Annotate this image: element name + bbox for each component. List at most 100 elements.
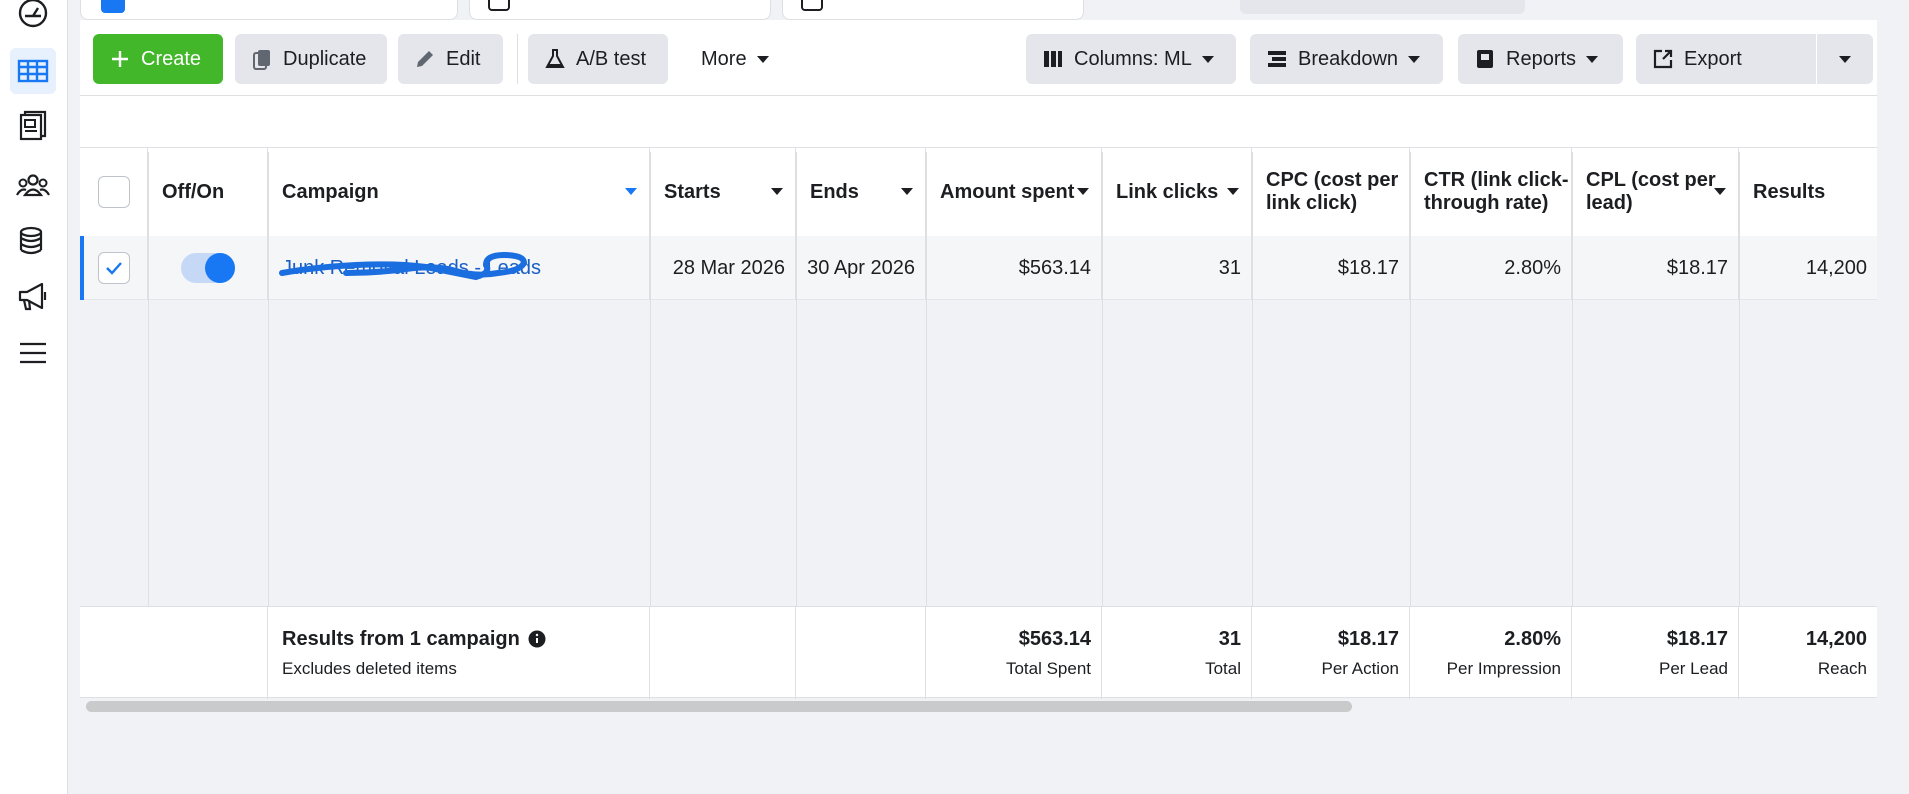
row-cpl-cell: $18.17 [1572,236,1739,300]
col-starts[interactable]: Starts [650,148,796,236]
chevron-down-icon[interactable] [771,188,783,195]
campaigns-table-icon[interactable] [10,48,56,94]
footer-subtitle: Excludes deleted items [282,658,457,678]
export-options-button[interactable] [1817,34,1873,84]
row-amount-spent: $563.14 [1018,256,1091,279]
column-divider [148,152,149,606]
more-button[interactable]: More [685,34,795,84]
footer-summary-cell: Results from 1 campaign Excludes deleted… [268,607,650,699]
row-starts-cell: 28 Mar 2026 [650,236,796,300]
column-divider [268,152,269,606]
row-checkbox[interactable] [97,252,130,284]
audiences-icon[interactable] [10,162,56,208]
tab-campaigns[interactable] [80,0,458,20]
reports-button[interactable]: Reports [1458,34,1623,84]
table-row[interactable]: Junk Removal Leads - Leads 28 Mar 2026 3… [80,236,1877,300]
col-results[interactable]: Results [1739,148,1877,236]
date-range-picker[interactable] [1240,0,1525,14]
col-cpl-label-line2: lead) [1586,192,1633,214]
duplicate-button[interactable]: Duplicate [235,34,387,84]
col-campaign[interactable]: Campaign [268,148,650,236]
col-ends-label: Ends [810,180,859,203]
row-results: 14,200 [1805,256,1867,279]
breakdown-label: Breakdown [1298,47,1399,70]
footer-ctr-sub: Per Impression [1446,658,1561,678]
col-amount-spent[interactable]: Amount spent [926,148,1102,236]
pencil-icon [417,51,433,67]
advertise-icon[interactable] [10,274,56,320]
select-all-checkbox[interactable] [97,176,130,208]
export-button[interactable]: Export [1636,34,1816,84]
ab-test-button[interactable]: A/B test [528,34,668,84]
row-campaign-cell: Junk Removal Leads - Leads [268,236,650,300]
checkmark-icon [105,262,122,275]
col-cpl[interactable]: CPL (cost per lead) [1572,148,1739,236]
footer-amount-spent-cell: $563.14 Total Spent [926,607,1102,699]
table-header-row: Off/On Campaign Starts Ends Amount spent… [80,148,1877,236]
billing-icon[interactable] [10,218,56,264]
footer-link-clicks-cell: 31 Total [1102,607,1252,699]
campaigns-tab-icon [101,0,125,13]
duplicate-icon [253,50,270,70]
col-ends[interactable]: Ends [796,148,926,236]
col-cpc-label-line1: CPC (cost per [1266,169,1399,191]
ads-tab-icon [801,0,823,11]
row-amount-spent-cell: $563.14 [926,236,1102,300]
select-all-cell [80,148,148,236]
footer-cpl-cell: $18.17 Per Lead [1572,607,1739,699]
pages-icon[interactable] [10,104,56,150]
campaign-name-link[interactable]: Junk Removal Leads - Leads [279,251,541,280]
footer-ctr: 2.80% [1504,627,1561,650]
col-ctr[interactable]: CTR (link click-through rate) [1410,148,1572,236]
row-link-clicks-cell: 31 [1102,236,1252,300]
sort-descending-icon[interactable] [625,188,637,195]
chevron-down-icon [1839,55,1851,63]
redaction-scribble [279,251,528,280]
footer-cpc-sub: Per Action [1321,658,1400,678]
col-cpc[interactable]: CPC (cost per link click) [1252,148,1410,236]
footer-ctr-cell: 2.80% Per Impression [1410,607,1572,699]
tab-ad-sets[interactable] [469,0,771,20]
col-cpc-label-line2: link click) [1266,192,1358,214]
flask-icon [545,49,565,68]
footer-cpl: $18.17 [1666,627,1728,650]
col-results-label: Results [1753,180,1826,203]
menu-icon[interactable] [10,330,56,376]
plus-icon [112,51,128,67]
col-cpl-label-line1: CPL (cost per [1586,169,1716,191]
footer-title: Results from 1 campaign [282,627,520,650]
info-icon[interactable] [528,630,546,648]
chevron-down-icon[interactable] [1714,188,1726,195]
chevron-down-icon[interactable] [901,188,913,195]
chevron-down-icon[interactable] [1227,188,1239,195]
table-footer-row: Results from 1 campaign Excludes deleted… [80,606,1877,699]
tab-ads[interactable] [782,0,1084,20]
row-toggle-cell [148,236,268,300]
columns-label: Columns: ML [1074,47,1192,70]
create-button[interactable]: Create [93,34,223,84]
column-divider [650,152,651,606]
columns-button[interactable]: Columns: ML [1026,34,1236,84]
col-amount-spent-label: Amount spent [940,180,1075,203]
col-off-on[interactable]: Off/On [148,148,268,236]
horizontal-scrollbar[interactable] [86,701,1352,712]
toolbar: Create Duplicate Edit A/B test More Colu… [80,20,1877,96]
footer-results-cell: 14,200 Reach [1739,607,1877,699]
toolbar-divider [517,34,518,84]
col-link-clicks[interactable]: Link clicks [1102,148,1252,236]
footer-title-wrap: Results from 1 campaign [282,628,546,651]
edit-button[interactable]: Edit [398,34,503,84]
column-divider [1252,152,1253,606]
footer-amount-spent-sub: Total Spent [1005,658,1091,678]
footer-starts-cell [650,607,796,699]
more-label: More [701,47,747,70]
table-subbar [80,96,1877,148]
campaign-toggle[interactable] [180,253,235,283]
row-ctr: 2.80% [1504,256,1561,279]
dashboard-icon[interactable] [10,0,56,36]
breakdown-button[interactable]: Breakdown [1250,34,1443,84]
col-link-clicks-label: Link clicks [1116,180,1219,203]
chevron-down-icon[interactable] [1077,188,1089,195]
footer-link-clicks: 31 [1218,627,1241,650]
row-link-clicks: 31 [1218,256,1241,279]
